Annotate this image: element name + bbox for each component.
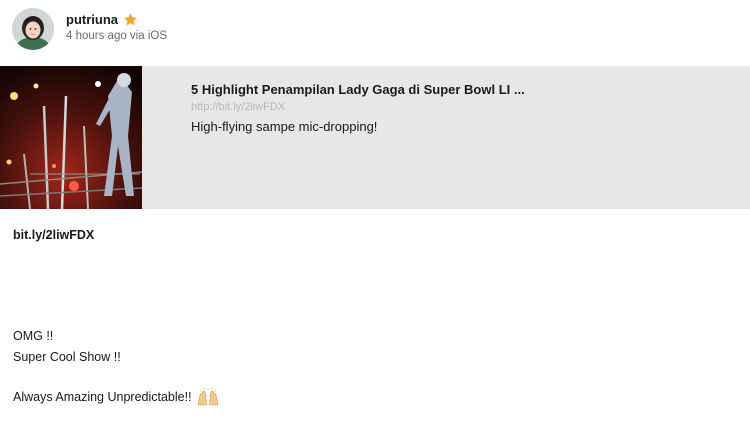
short-link[interactable]: bit.ly/2liwFDX <box>13 228 94 242</box>
link-description: High-flying sampe mic-dropping! <box>191 119 378 134</box>
post-text-line-with-emoji: Always Amazing Unpredictable!! <box>13 388 221 406</box>
avatar-image <box>12 8 54 50</box>
username-row: putriuna <box>66 10 138 28</box>
link-preview-card[interactable]: 5 Highlight Penampilan Lady Gaga di Supe… <box>0 66 750 209</box>
username[interactable]: putriuna <box>66 12 118 27</box>
post-timestamp[interactable]: 4 hours ago via iOS <box>66 30 167 42</box>
link-title[interactable]: 5 Highlight Penampilan Lady Gaga di Supe… <box>191 82 525 97</box>
link-url[interactable]: http://bit.ly/2liwFDX <box>191 101 285 113</box>
post-header: putriuna 4 hours ago via iOS <box>0 0 750 60</box>
post-text: Always Amazing Unpredictable!! <box>13 390 192 404</box>
post-text-line: OMG !! <box>13 329 54 343</box>
star-icon <box>123 12 138 27</box>
post-text-line: Super Cool Show !! <box>13 350 121 364</box>
raising-hands-icon <box>195 388 221 406</box>
link-thumbnail <box>0 66 142 209</box>
avatar[interactable] <box>12 8 54 50</box>
